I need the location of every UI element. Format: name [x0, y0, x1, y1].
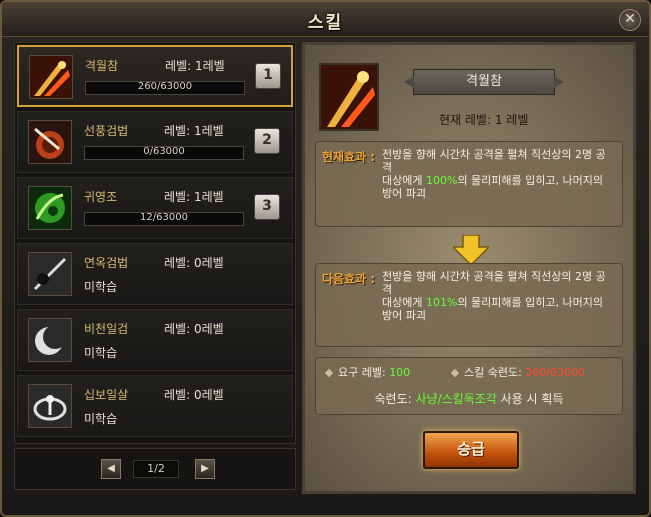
window-title: 스킬 — [307, 13, 344, 33]
skill-item-6[interactable]: 십보일살 레벨: 0레벨 미학습 — [17, 375, 293, 437]
mastery-source: 사냥/스킬독조각 — [415, 392, 497, 406]
skill-level: 레벨: 0레벨 — [164, 256, 224, 270]
selected-skill-name: 격월참 — [404, 69, 564, 95]
pagination: ◀ 1/2 ▶ — [14, 448, 296, 490]
skill-item-5[interactable]: 비천일검 레벨: 0레벨 미학습 — [17, 309, 293, 371]
skill-level: 레벨: 0레벨 — [164, 322, 224, 336]
page-indicator: 1/2 — [133, 460, 179, 478]
skill-status: 미학습 — [84, 346, 118, 360]
skill-name: 비천일검 — [84, 322, 129, 336]
prev-page-button[interactable]: ◀ — [101, 459, 121, 479]
title-bar[interactable]: 스킬 ✕ — [2, 2, 649, 37]
skill-list: 격월참 레벨: 1레벨 260/63000 1 선풍검법 레벨: 1레벨 0/6… — [14, 42, 296, 444]
effect-percent: 100% — [425, 174, 458, 187]
effect-percent: 101% — [425, 296, 458, 309]
skill-name: 귀영조 — [84, 190, 118, 204]
skill-item-3[interactable]: 귀영조 레벨: 1레벨 12/63000 3 — [17, 177, 293, 239]
skill-progress-text: 0/63000 — [143, 146, 185, 157]
skill-name: 선풍검법 — [84, 124, 129, 138]
next-effect-box: 다음효과 : 전방을 향해 시간차 공격을 펼쳐 직선상의 2명 공격 대상에게… — [315, 263, 623, 347]
next-page-button[interactable]: ▶ — [195, 459, 215, 479]
slot-3-button[interactable]: 3 — [254, 194, 280, 220]
effect-line: 전방을 향해 시간차 공격을 펼쳐 직선상의 2명 공격 — [382, 270, 606, 296]
upgrade-button[interactable]: 승급 — [423, 431, 519, 469]
skill-name: 연옥검법 — [84, 256, 129, 270]
skill-progress-text: 260/63000 — [137, 81, 193, 92]
skill-level: 레벨: 0레벨 — [164, 388, 224, 402]
down-arrow-icon — [453, 235, 489, 265]
mastery-label: 숙련도: — [374, 392, 416, 406]
effect-text: 대상에게 — [382, 174, 426, 187]
green-claw-icon — [28, 186, 72, 230]
skill-item-2[interactable]: 선풍검법 레벨: 1레벨 0/63000 2 — [17, 111, 293, 173]
skill-status: 미학습 — [84, 412, 118, 426]
current-level-text: 현재 레벨: 1 레벨 — [439, 113, 529, 127]
skill-item-4[interactable]: 연옥검법 레벨: 0레벨 미학습 — [17, 243, 293, 305]
requirements-box: 요구 레벨: 100 스킬 숙련도: 260/63000 숙련도: 사냥/스킬독… — [315, 357, 623, 415]
req-label: 요구 레벨: — [338, 366, 390, 379]
next-effect-text: 전방을 향해 시간차 공격을 펼쳐 직선상의 2명 공격 대상에게 101%의 … — [382, 270, 614, 322]
crescent-slash-icon — [28, 318, 72, 362]
diamond-icon — [324, 368, 334, 378]
skill-level: 레벨: 1레벨 — [164, 190, 224, 204]
current-effect-text: 전방을 향해 시간차 공격을 펼쳐 직선상의 2명 공격 대상에게 100%의 … — [382, 148, 614, 200]
req-value: 100 — [389, 366, 411, 379]
required-mastery: 스킬 숙련도: 260/63000 — [450, 364, 586, 380]
slot-2-button[interactable]: 2 — [254, 128, 280, 154]
current-effect-box: 현재효과 : 전방을 향해 시간차 공격을 펼쳐 직선상의 2명 공격 대상에게… — [315, 141, 623, 227]
spinning-kick-icon — [28, 384, 72, 428]
diamond-icon — [450, 368, 460, 378]
next-effect-label: 다음효과 : — [322, 272, 376, 286]
skill-window: 스킬 ✕ 격월참 레벨: 1레벨 260/63000 1 선풍검법 레벨: 1레… — [0, 0, 651, 517]
skill-detail-panel: 격월참 현재 레벨: 1 레벨 현재효과 : 전방을 향해 시간차 공격을 펼쳐… — [302, 42, 636, 494]
skill-level: 레벨: 1레벨 — [164, 124, 224, 138]
required-level: 요구 레벨: 100 — [324, 364, 411, 380]
shadow-sword-icon — [28, 252, 72, 296]
mastery-source-text: 숙련도: 사냥/스킬독조각 사용 시 획득 — [316, 390, 622, 407]
skill-progress-bar: 0/63000 — [84, 146, 244, 160]
req-value: 260/63000 — [525, 366, 586, 379]
skill-progress-bar: 12/63000 — [84, 212, 244, 226]
skill-progress-text: 12/63000 — [140, 212, 188, 223]
current-effect-label: 현재효과 : — [322, 150, 376, 164]
effect-line: 전방을 향해 시간차 공격을 펼쳐 직선상의 2명 공격 — [382, 148, 606, 174]
skill-progress-bar: 260/63000 — [85, 81, 245, 95]
whirlwind-sword-icon — [28, 120, 72, 164]
close-icon[interactable]: ✕ — [619, 9, 641, 31]
req-label: 스킬 숙련도: — [464, 366, 526, 379]
effect-text: 대상에게 — [382, 296, 426, 309]
skill-level: 레벨: 1레벨 — [165, 59, 225, 73]
selected-skill-icon — [319, 63, 379, 131]
skill-name: 격월참 — [85, 59, 119, 73]
skill-status: 미학습 — [84, 280, 118, 294]
slot-1-button[interactable]: 1 — [255, 63, 281, 89]
mastery-suffix: 사용 시 획득 — [496, 392, 564, 406]
skill-name: 십보일살 — [84, 388, 129, 402]
slash-attack-icon — [29, 55, 73, 99]
skill-item-1[interactable]: 격월참 레벨: 1레벨 260/63000 1 — [17, 45, 293, 107]
